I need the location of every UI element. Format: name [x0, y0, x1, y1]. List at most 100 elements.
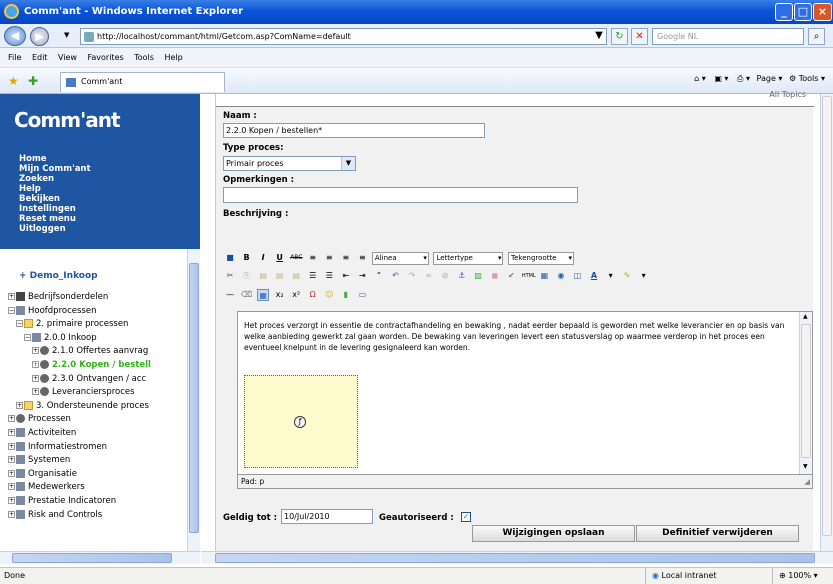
tools-menu[interactable]: ⚙ Tools ▾	[789, 74, 825, 83]
nav-zoeken[interactable]: Zoeken	[19, 174, 91, 184]
geautoriseerd-checkbox[interactable]: ✓	[461, 512, 471, 522]
history-dropdown-icon[interactable]: ▼	[64, 31, 69, 39]
blockquote-icon[interactable]: “	[373, 270, 385, 282]
maximize-button[interactable]: □	[794, 3, 812, 21]
expand-toggle-icon[interactable]: +	[8, 415, 15, 423]
tree-node[interactable]: + Processen	[8, 413, 71, 425]
expand-toggle-icon[interactable]: −	[16, 320, 23, 328]
home-icon[interactable]: ⌂ ▾	[694, 74, 706, 83]
main-hscroll-thumb[interactable]	[215, 553, 815, 563]
expand-toggle-icon[interactable]: +	[8, 293, 15, 300]
paragraph-select[interactable]: Alinea ▾	[371, 251, 429, 265]
italic-icon[interactable]: I	[257, 252, 269, 264]
tree-node[interactable]: + Activiteiten	[8, 427, 76, 439]
editor-vertical-scrollbar[interactable]: ▲ ▼	[799, 312, 812, 474]
link-icon[interactable]: ∞	[423, 270, 435, 282]
tree-node[interactable]: − 2.0.0 Inkoop	[24, 332, 97, 344]
media-icon[interactable]: ◉	[555, 270, 567, 282]
all-topics-label[interactable]: All Topics	[769, 90, 806, 99]
expand-toggle-icon[interactable]: −	[24, 333, 31, 341]
tree-node[interactable]: + Medewerkers	[8, 481, 85, 493]
tree-node[interactable]: + Systemen	[8, 454, 70, 466]
expand-toggle-icon[interactable]: +	[16, 401, 23, 409]
size-select[interactable]: Tekengrootte ▾	[508, 251, 575, 265]
close-button[interactable]: ×	[813, 3, 832, 21]
strikethrough-icon[interactable]: ABC	[290, 252, 302, 264]
bold-icon[interactable]: B	[241, 252, 253, 264]
refresh-button[interactable]: ↻	[611, 28, 628, 45]
expand-toggle-icon[interactable]: +	[8, 510, 15, 518]
tree-node[interactable]: + Organisatie	[8, 468, 77, 480]
naam-input[interactable]: 2.2.0 Kopen / bestellen*	[223, 123, 485, 138]
security-zone[interactable]: ◉ Local intranet	[645, 568, 717, 584]
help-icon[interactable]: ✔	[505, 270, 517, 282]
superscript-icon[interactable]: x²	[290, 289, 302, 301]
save-icon[interactable]: ■	[224, 252, 236, 264]
stop-button[interactable]: ✕	[631, 28, 648, 45]
menu-help[interactable]: Help	[164, 48, 182, 67]
indent-icon[interactable]: ⇥	[356, 270, 368, 282]
resize-handle-icon[interactable]: ◢	[804, 475, 810, 488]
visual-aid-icon[interactable]: ▦	[257, 289, 270, 301]
main-vertical-scrollbar[interactable]	[820, 94, 833, 551]
anchor-icon[interactable]: ⚓	[456, 270, 468, 282]
cut-icon[interactable]: ✂	[224, 270, 236, 282]
tree-node[interactable]: + Prestatie Indicatoren	[8, 495, 116, 507]
paste-icon[interactable]: ▤	[257, 270, 269, 282]
favorites-star-icon[interactable]: ★	[8, 74, 19, 88]
geldig-input[interactable]: 10/Jul/2010	[281, 509, 373, 524]
emoticon-icon[interactable]: ☺	[323, 289, 335, 301]
bullet-list-icon[interactable]: ☰	[307, 270, 319, 282]
feeds-icon[interactable]: ▣ ▾	[714, 74, 728, 83]
tree-node[interactable]: +2.3.0 Ontvangen / acc	[32, 373, 146, 385]
flash-embed-placeholder[interactable]: ƒ	[244, 375, 358, 468]
sidebar-hscroll-thumb[interactable]	[12, 553, 172, 563]
search-icon[interactable]: ⌕	[808, 28, 825, 45]
menu-favorites[interactable]: Favorites	[88, 48, 124, 67]
numbered-list-icon[interactable]: ☰	[323, 270, 335, 282]
nav-home[interactable]: Home	[19, 154, 91, 164]
backcolor-chevron-icon[interactable]: ▾	[638, 270, 650, 282]
align-left-icon[interactable]: ≡	[307, 252, 319, 264]
paste-text-icon[interactable]: ▤	[274, 270, 286, 282]
image-icon[interactable]: ▨	[472, 270, 484, 282]
forward-button[interactable]: ▶	[30, 27, 49, 46]
align-justify-icon[interactable]: ≡	[356, 252, 368, 264]
tree-node[interactable]: + Risk and Controls	[8, 509, 102, 521]
nav-help[interactable]: Help	[19, 184, 91, 194]
expand-toggle-icon[interactable]: +	[32, 388, 39, 396]
expand-toggle-icon[interactable]: +	[8, 483, 15, 491]
tree-title[interactable]: + Demo_Inkoop	[19, 271, 98, 281]
expand-toggle-icon[interactable]: −	[8, 306, 15, 314]
tree-node[interactable]: +2.2.0 Kopen / bestell	[32, 359, 151, 371]
opmerkingen-input[interactable]	[223, 187, 578, 203]
scroll-down-icon[interactable]: ▼	[803, 463, 808, 470]
back-button[interactable]: ◀	[4, 26, 26, 46]
copy-icon[interactable]: ⎘	[241, 270, 253, 282]
add-favorites-icon[interactable]: ✚	[28, 74, 38, 88]
expand-toggle-icon[interactable]: +	[32, 374, 39, 382]
save-button[interactable]: Wijzigingen opslaan	[472, 525, 635, 542]
forecolor-chevron-icon[interactable]: ▾	[605, 270, 617, 282]
unlink-icon[interactable]: ⊘	[439, 270, 451, 282]
scroll-up-icon[interactable]: ▲	[803, 313, 808, 320]
nav-mijn-commant[interactable]: Mijn Comm'ant	[19, 164, 91, 174]
sidebar-vertical-scrollbar[interactable]	[187, 249, 200, 551]
tree-node[interactable]: +2.1.0 Offertes aanvrag	[32, 345, 148, 357]
nav-reset-menu[interactable]: Reset menu	[19, 214, 91, 224]
zoom-control[interactable]: ⊕ 100% ▾	[772, 568, 818, 584]
expand-toggle-icon[interactable]: +	[8, 442, 15, 450]
tree-node[interactable]: + Informatiestromen	[8, 441, 107, 453]
menu-tools[interactable]: Tools	[134, 48, 154, 67]
sidebar-scroll-thumb[interactable]	[189, 263, 199, 533]
url-dropdown-icon[interactable]: ▼	[593, 28, 605, 45]
main-scroll-track[interactable]	[822, 96, 832, 536]
expand-toggle-icon[interactable]: +	[32, 361, 39, 368]
backcolor-icon[interactable]: ✎	[621, 270, 633, 282]
minimize-button[interactable]: _	[775, 3, 793, 21]
font-select[interactable]: Lettertype ▾	[433, 251, 504, 265]
nav-uitloggen[interactable]: Uitloggen	[19, 224, 91, 234]
subscript-icon[interactable]: x₂	[274, 289, 286, 301]
chevron-down-icon[interactable]: ▼	[341, 157, 355, 170]
expand-toggle-icon[interactable]: +	[8, 429, 15, 436]
